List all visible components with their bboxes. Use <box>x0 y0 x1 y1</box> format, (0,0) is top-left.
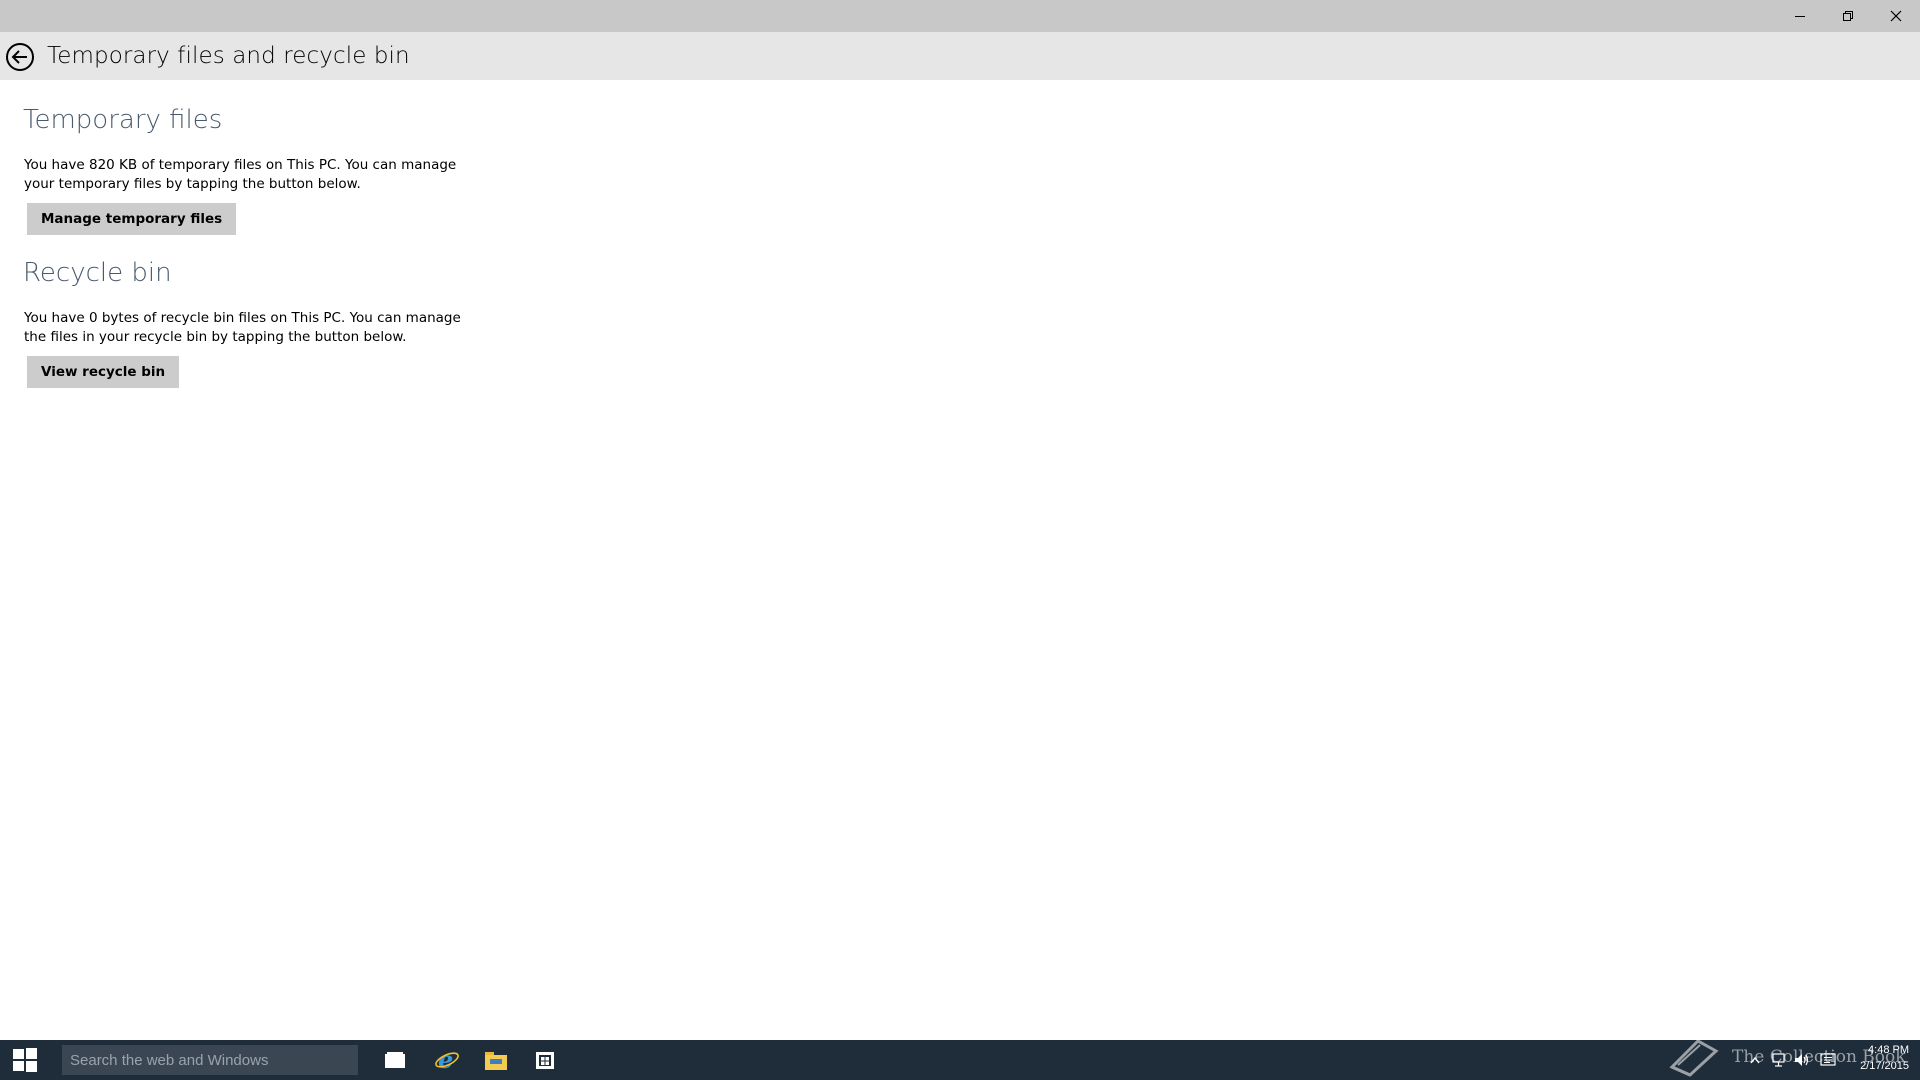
close-button[interactable] <box>1872 0 1920 32</box>
recycle-bin-description: You have 0 bytes of recycle bin files on… <box>24 310 461 345</box>
book-icon <box>1669 1039 1719 1077</box>
minimize-button[interactable] <box>1776 0 1824 32</box>
manage-temporary-files-button[interactable]: Manage temporary files <box>27 203 237 235</box>
task-view-icon <box>385 1052 405 1068</box>
close-icon <box>1890 10 1902 22</box>
back-button[interactable] <box>4 41 36 73</box>
page-title: Temporary files and recycle bin <box>47 43 410 69</box>
restore-icon <box>1843 11 1853 21</box>
back-arrow-icon <box>6 43 34 71</box>
start-button[interactable] <box>0 1040 50 1080</box>
internet-explorer-button[interactable]: e <box>423 1040 471 1080</box>
window-titlebar <box>0 0 1920 32</box>
file-explorer-icon <box>485 1052 507 1070</box>
restore-button[interactable] <box>1824 0 1872 32</box>
temporary-files-description: You have 820 KB of temporary files on Th… <box>24 157 457 192</box>
store-button[interactable] <box>521 1040 569 1080</box>
svg-text:e: e <box>438 1047 453 1073</box>
store-icon <box>536 1052 554 1069</box>
internet-explorer-icon: e <box>435 1047 459 1073</box>
view-recycle-bin-button[interactable]: View recycle bin <box>27 356 180 388</box>
watermark-text: The Collection Book <box>1732 1047 1906 1067</box>
minimize-icon <box>1795 16 1805 17</box>
task-view-button[interactable] <box>371 1040 419 1080</box>
taskbar: Search the web and Windows e 4:48 PM 2/1… <box>0 1040 1920 1080</box>
watermark: The Collection Book <box>1668 1035 1906 1079</box>
page-header: Temporary files and recycle bin <box>0 32 1920 80</box>
windows-logo-icon <box>13 1048 37 1072</box>
file-explorer-button[interactable] <box>472 1040 520 1080</box>
temporary-files-heading: Temporary files <box>23 105 223 135</box>
search-input[interactable]: Search the web and Windows <box>62 1045 358 1075</box>
recycle-bin-heading: Recycle bin <box>23 258 172 288</box>
